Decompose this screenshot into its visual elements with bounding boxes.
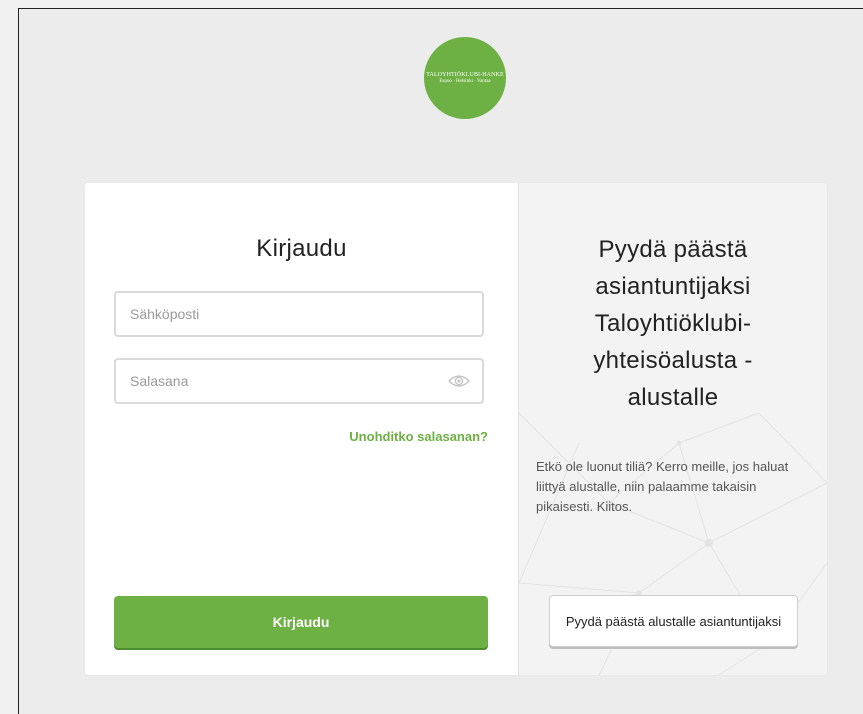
forgot-password-link[interactable]: Unohditko salasanan?: [349, 429, 488, 444]
request-title-line: Taloyhtiöklubi-: [594, 310, 752, 337]
request-description: Etkö ole luonut tiliä? Kerro meille, jos…: [536, 459, 789, 514]
request-title: Pyydä päästä asiantuntijaksi Taloyhtiökl…: [519, 231, 827, 416]
password-field-wrapper: [114, 358, 484, 404]
request-title-line: asiantuntijaksi: [595, 273, 751, 300]
login-button[interactable]: Kirjaudu: [114, 596, 488, 648]
login-title: Kirjaudu: [256, 235, 347, 262]
brand-logo: TALOYHTIÖKLUBI-HANKE Espoo · Helsinki · …: [424, 37, 506, 119]
email-field[interactable]: [128, 305, 470, 323]
request-title-line: alustalle: [627, 384, 719, 411]
request-title-line: yhteisöalusta -: [593, 347, 753, 374]
request-panel: Pyydä päästä asiantuntijaksi Taloyhtiökl…: [519, 183, 827, 675]
eye-icon[interactable]: [448, 374, 470, 388]
password-field[interactable]: [128, 372, 448, 390]
auth-card: Kirjaudu Unohditko salasanan? Kirjaudu: [85, 183, 827, 675]
request-title-line: Pyydä päästä: [598, 236, 748, 263]
request-access-button[interactable]: Pyydä päästä alustalle asiantuntijaksi: [549, 595, 798, 647]
login-panel: Kirjaudu Unohditko salasanan? Kirjaudu: [85, 183, 519, 675]
logo-subtitle: Espoo · Helsinki · Vantaa: [439, 79, 491, 84]
email-field-wrapper: [114, 291, 484, 337]
logo-title: TALOYHTIÖKLUBI-HANKE: [426, 72, 504, 78]
